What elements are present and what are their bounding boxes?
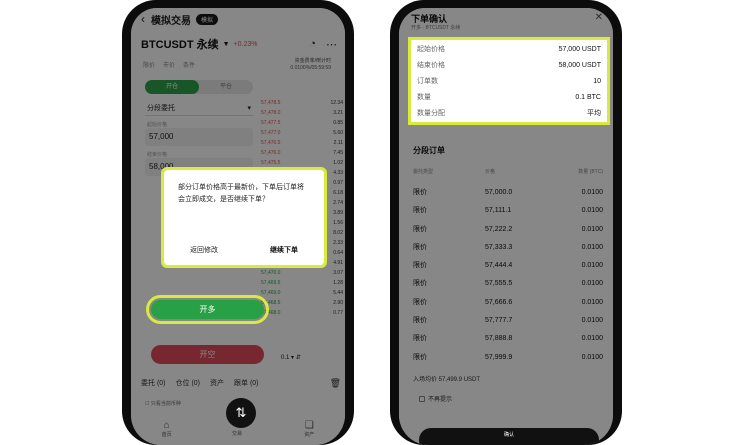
summary-key: 起始价格 [417,46,445,53]
order-confirm-sheet: 下单确认 开多 · BTCUSDT 永续 ✕ 分段订单 委托类型 价格 数量 (… [399,8,613,445]
summary-value: 10 [593,78,601,85]
order-summary: 起始价格 57,000 USDT 结束价格 58,000 USDT 订单数 10 数量 0.1… [408,37,610,125]
summary-value: 平均 [587,110,601,117]
right-phone: 下单确认 开多 · BTCUSDT 永续 ✕ 分段订单 委托类型 价格 数量 (… [390,0,622,445]
back-to-edit-button[interactable]: 返回修改 [190,245,218,255]
trade-fab-button[interactable]: ⇅ [226,398,256,428]
summary-row: 数量 0.1 BTC [417,90,601,106]
summary-value: 0.1 BTC [575,94,601,101]
summary-key: 结束价格 [417,62,445,69]
summary-value: 58,000 USDT [558,62,601,69]
dialog-message: 部分订单价格高于最新价，下单后订单将会立即成交，是否继续下单？ [178,184,304,203]
open-long-button[interactable]: 开多 [146,295,269,324]
summary-row: 订单数 10 [417,74,601,90]
summary-key: 订单数 [417,78,438,85]
confirm-button[interactable]: 确认 [419,428,599,445]
price-warning-dialog: 部分订单价格高于最新价，下单后订单将会立即成交，是否继续下单？ 返回修改 继续下… [161,167,327,268]
left-phone: ‹ 模拟交易 模拟 BTCUSDT 永续 ▼ +0.23% ◔ ⋯ 限价 市价 … [122,0,354,445]
continue-order-button[interactable]: 继续下单 [270,245,298,255]
summary-value: 57,000 USDT [558,46,601,53]
trading-screen: ‹ 模拟交易 模拟 BTCUSDT 永续 ▼ +0.23% ◔ ⋯ 限价 市价 … [131,8,345,445]
summary-row: 起始价格 57,000 USDT [417,42,601,58]
summary-row: 数量分配 平均 [417,106,601,122]
summary-key: 数量分配 [417,110,445,117]
summary-key: 数量 [417,94,431,101]
summary-row: 结束价格 58,000 USDT [417,58,601,74]
